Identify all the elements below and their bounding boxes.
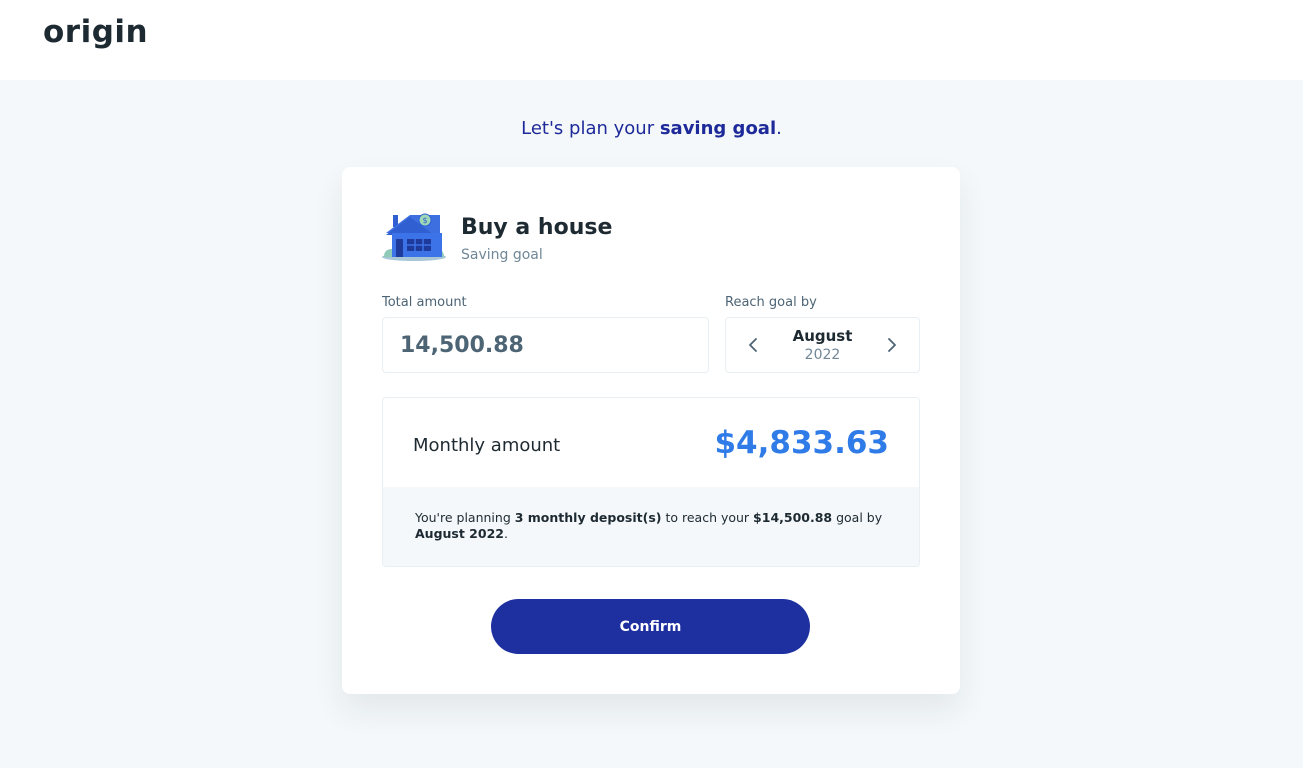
next-month-button[interactable] (881, 334, 903, 356)
saving-goal-card: $ Buy a house Saving goal Total amount R… (342, 167, 960, 694)
svg-text:$: $ (422, 216, 427, 225)
summary-text-part: You're planning (415, 510, 515, 525)
monthly-amount-label: Monthly amount (413, 435, 561, 456)
monthly-amount-row: Monthly amount $4,833.63 (383, 398, 919, 487)
goal-subtitle: Saving goal (461, 247, 543, 263)
origin-logo[interactable]: origin (43, 14, 148, 50)
goal-date-picker: August 2022 (725, 317, 920, 373)
summary-text-part: . (503, 526, 508, 541)
summary-text-part: to reach your (661, 510, 754, 525)
summary-description: You're planning 3 monthly deposit(s) to … (383, 487, 919, 566)
total-amount-input[interactable] (382, 317, 709, 373)
summary-text-part: goal by (832, 510, 883, 525)
summary-goal-amount: $14,500.88 (753, 510, 833, 525)
headline-suffix: . (776, 118, 782, 139)
monthly-summary: Monthly amount $4,833.63 You're planning… (382, 397, 920, 567)
page-headline: Let's plan your saving goal. (0, 118, 1303, 139)
chevron-right-icon (888, 338, 896, 352)
monthly-amount-value: $4,833.63 (714, 425, 889, 461)
summary-goal-date: August 2022 (415, 526, 504, 541)
headline-emphasis: saving goal (659, 118, 777, 139)
house-icon: $ (382, 213, 446, 261)
headline-prefix: Let's plan your (521, 118, 660, 139)
summary-text: You're planning 3 monthly deposit(s) to … (415, 510, 905, 542)
summary-deposits: 3 monthly deposit(s) (514, 510, 662, 525)
top-bar: origin (0, 0, 1303, 80)
goal-title: Buy a house (461, 215, 613, 240)
reach-goal-label: Reach goal by (725, 295, 817, 310)
total-amount-label: Total amount (382, 295, 467, 310)
confirm-button[interactable]: Confirm (491, 599, 810, 654)
